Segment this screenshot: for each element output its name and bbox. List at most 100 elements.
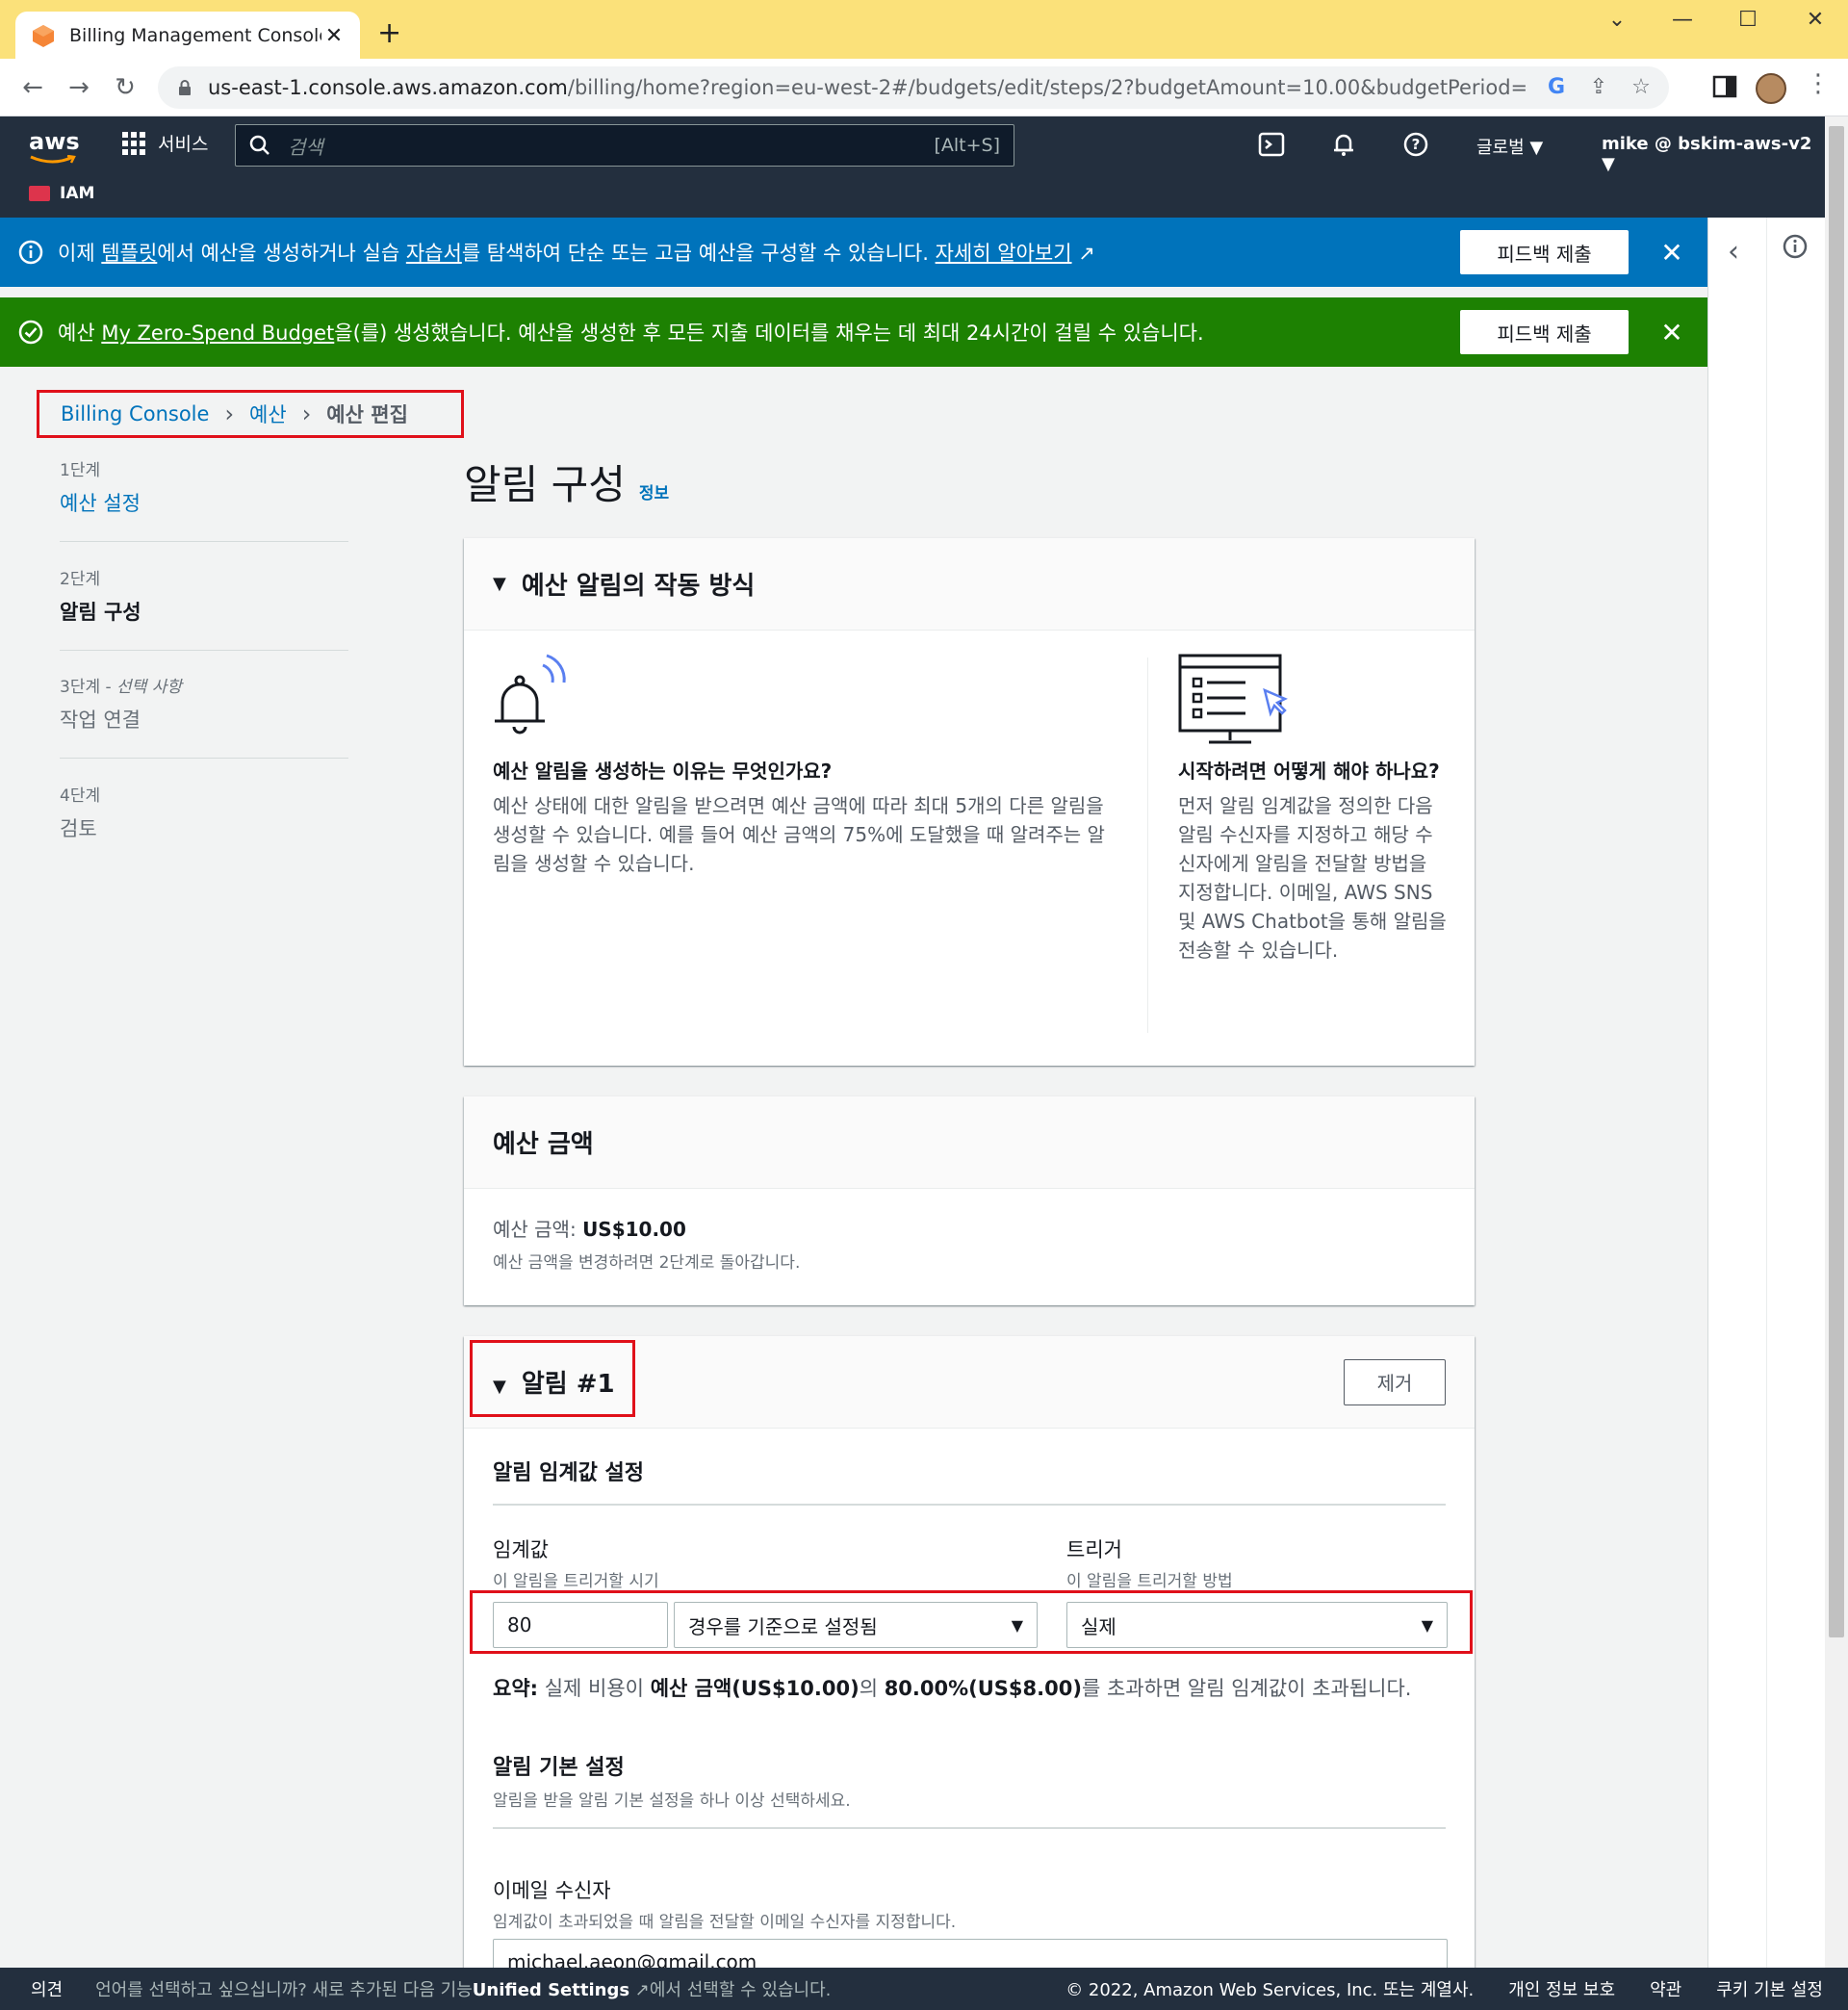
scrollbar-thumb[interactable] [1829, 126, 1844, 1637]
remove-button[interactable]: 제거 [1344, 1358, 1446, 1405]
wizard-step-2: 2단계 알림 구성 [60, 565, 348, 626]
google-icon[interactable]: G [1542, 73, 1571, 102]
close-icon[interactable]: ✕ [1657, 317, 1686, 348]
why-alerts-column: 예산 알림을 생성하는 이유는 무엇인가요? 예산 상태에 대한 알림을 받으려… [493, 756, 1109, 878]
step-link-budget-setup[interactable]: 예산 설정 [60, 488, 348, 517]
search-input[interactable]: 검색 [Alt+S] [235, 124, 1014, 167]
url-text: us-east-1.console.aws.amazon.com/billing… [208, 76, 1528, 99]
aws-logo[interactable]: aws [29, 128, 80, 165]
forward-icon[interactable]: → [64, 72, 94, 103]
email-label: 이메일 수신자 [493, 1879, 611, 1902]
close-tab-icon[interactable]: ✕ [321, 24, 346, 48]
address-bar[interactable]: us-east-1.console.aws.amazon.com/billing… [158, 66, 1669, 109]
caret-down-icon: ▼ [493, 574, 506, 594]
region-selector[interactable]: 글로벌 ▼ [1476, 134, 1543, 159]
threshold-value: 80 [507, 1613, 532, 1636]
info-middle2: 를 탐색하여 단순 또는 고급 예산을 구성할 수 있습니다. [461, 242, 936, 265]
feedback-button[interactable]: 피드백 제출 [1460, 310, 1629, 354]
success-check-icon [18, 320, 43, 345]
threshold-type-value: 경우를 기준으로 설정됨 [688, 1614, 878, 1638]
tools-rail: ‹ [1707, 218, 1825, 1968]
feedback-button[interactable]: 피드백 제출 [1460, 230, 1629, 274]
trigger-select[interactable]: 실제 ▼ [1066, 1602, 1448, 1648]
aws-smile-icon [30, 155, 76, 164]
threshold-summary: 요약: 실제 비용이 예산 금액(US$10.00)의 80.00%(US$8.… [493, 1673, 1411, 1702]
reload-icon[interactable]: ↻ [110, 72, 141, 103]
chevron-down-icon[interactable]: ⌄ [1598, 8, 1636, 32]
success-suffix: 을(를) 생성했습니다. 예산을 생성한 후 모든 지출 데이터를 채우는 데 … [334, 322, 1204, 345]
step-optional: 선택 사항 [116, 678, 183, 697]
threshold-desc: 이 알림을 트리거할 시기 [493, 1572, 659, 1591]
close-window-icon[interactable]: ✕ [1796, 8, 1835, 32]
new-tab-icon[interactable]: + [377, 19, 401, 48]
more-menu-icon[interactable]: ⋮ [1806, 69, 1831, 98]
page-scrollbar[interactable] [1825, 116, 1848, 1968]
monitor-list-icon [1178, 654, 1288, 744]
step-number: 3단계 - 선택 사항 [60, 673, 348, 697]
budget-name-link[interactable]: My Zero-Spend Budget [101, 322, 334, 345]
chevron-right-icon: › [301, 400, 312, 427]
profile-avatar[interactable] [1756, 73, 1786, 104]
threshold-type-select[interactable]: 경우를 기준으로 설정됨 ▼ [674, 1602, 1038, 1648]
aws-top-nav: aws 서비스 검색 [Alt+S] ? 글로벌 ▼ mike @ bskim-… [0, 116, 1825, 218]
threshold-input[interactable]: 80 [493, 1602, 668, 1648]
services-label: 서비스 [158, 134, 209, 155]
bell-alert-icon [495, 654, 566, 734]
terms-link[interactable]: 약관 [1650, 1976, 1681, 2001]
browser-tab[interactable]: Billing Management Console ✕ [15, 12, 360, 60]
browser-tab-strip: Billing Management Console ✕ + ⌄ — ☐ ✕ [0, 0, 1848, 60]
tab-title: Billing Management Console [69, 25, 321, 46]
info-panel-icon[interactable] [1782, 233, 1809, 260]
step-number: 1단계 [60, 461, 101, 480]
learn-more-link[interactable]: 자세히 알아보기 [936, 242, 1072, 265]
lock-icon [179, 80, 191, 95]
page-title-text: 알림 구성 [464, 461, 626, 508]
step-current-alert-config: 알림 구성 [60, 601, 141, 624]
close-icon[interactable]: ✕ [1657, 237, 1686, 269]
trigger-value: 실제 [1081, 1614, 1116, 1638]
feedback-link[interactable]: 의견 [31, 1976, 63, 2001]
tutorial-link[interactable]: 자습서 [406, 242, 462, 265]
privacy-link[interactable]: 개인 정보 보호 [1508, 1976, 1615, 2001]
breadcrumb-current: 예산 편집 [326, 403, 408, 426]
back-icon[interactable]: ← [17, 72, 48, 103]
lang-prefix: 언어를 선택하고 싶으십니까? 새로 추가된 다음 기능 [95, 1980, 473, 2000]
breadcrumb-billing-console[interactable]: Billing Console [61, 402, 209, 425]
why-alerts-title: 예산 알림을 생성하는 이유는 무엇인가요? [493, 760, 833, 783]
services-menu-button[interactable]: 서비스 [121, 130, 208, 156]
cloudshell-icon[interactable] [1257, 130, 1286, 159]
annotation-highlight [470, 1340, 635, 1417]
why-alerts-text: 예산 상태에 대한 알림을 받으려면 예산 금액에 따라 최대 5개의 다른 알… [493, 794, 1105, 875]
info-link[interactable]: 정보 [639, 479, 669, 503]
section-divider [493, 1504, 1446, 1506]
email-desc: 임계값이 초과되었을 때 알림을 전달할 이메일 수신자를 지정합니다. [493, 1913, 957, 1932]
info-message: 이제 템플릿에서 예산을 생성하거나 실습 자습서를 탐색하여 단순 또는 고급… [58, 238, 1460, 267]
step-number-text: 3단계 - [60, 678, 117, 697]
threshold-section-title: 알림 임계값 설정 [493, 1461, 644, 1485]
caret-down-icon: ▼ [1421, 1615, 1433, 1635]
language-message: 언어를 선택하고 싶으십니까? 새로 추가된 다음 기능Unified Sett… [95, 1976, 1065, 2001]
unified-settings-link[interactable]: Unified Settings [473, 1980, 629, 2000]
page-title: 알림 구성 정보 [464, 452, 669, 511]
bookmark-star-icon[interactable]: ☆ [1627, 73, 1656, 102]
wizard-step-1: 1단계 예산 설정 [60, 456, 348, 517]
chevron-right-icon: › [224, 400, 235, 427]
share-icon[interactable]: ⇪ [1584, 73, 1613, 102]
favorite-iam[interactable]: IAM [29, 184, 94, 203]
breadcrumb-budgets[interactable]: 예산 [249, 399, 287, 428]
maximize-icon[interactable]: ☐ [1729, 8, 1767, 32]
minimize-icon[interactable]: — [1663, 8, 1702, 32]
account-menu[interactable]: mike @ bskim-aws-v2 ▼ [1602, 134, 1825, 174]
trigger-desc: 이 알림을 트리거할 방법 [1066, 1572, 1233, 1591]
chevron-left-icon[interactable]: ‹ [1728, 235, 1739, 269]
step-number: 4단계 [60, 786, 101, 806]
templates-link[interactable]: 템플릿 [101, 242, 157, 265]
bell-icon[interactable] [1329, 130, 1358, 159]
cookie-preferences-link[interactable]: 쿠키 기본 설정 [1716, 1976, 1823, 2001]
how-alerts-work-header[interactable]: ▼ 예산 알림의 작동 방식 [464, 538, 1475, 631]
search-placeholder: 검색 [288, 135, 323, 159]
help-icon[interactable]: ? [1401, 130, 1430, 159]
budget-amount-label: 예산 금액: [493, 1218, 583, 1241]
side-panel-icon[interactable] [1711, 73, 1738, 100]
browser-toolbar: ← → ↻ us-east-1.console.aws.amazon.com/b… [0, 59, 1848, 116]
